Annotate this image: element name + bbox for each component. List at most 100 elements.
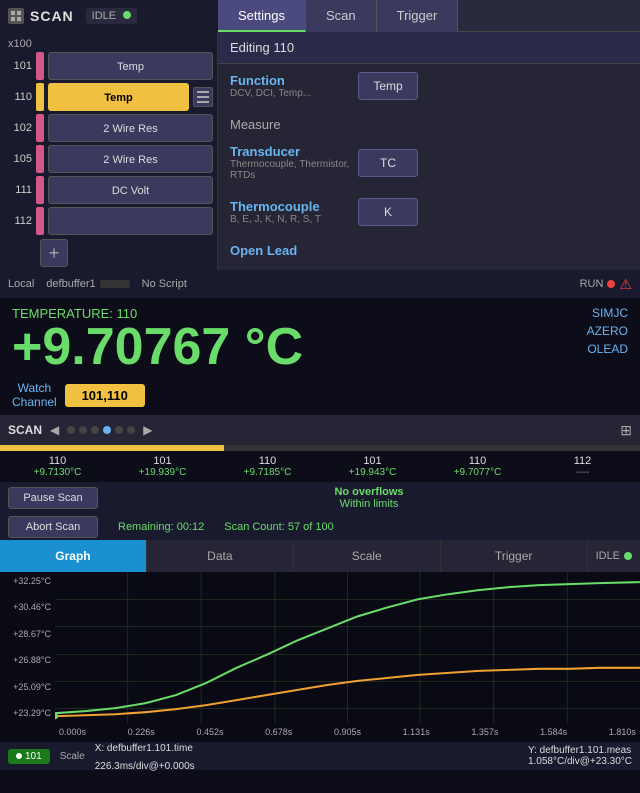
thermocouple-row: Thermocouple B, E, J, K, N, R, S, T K [218,190,640,235]
scan-panel-header: SCAN ◀ ▶ ⊞ [0,415,640,445]
channel-row-105: 105 2 Wire Res [4,145,213,173]
graph-idle: IDLE [588,550,640,562]
transducer-label: Transducer [230,144,350,159]
temp-display: TEMPERATURE: 110 +9.70767 °C SIMJC AZERO… [0,298,640,377]
transducer-row: Transducer Thermocouple, Thermistor, RTD… [218,136,640,190]
graph-y-labels: +32.25°C +30.46°C +28.67°C +26.88°C +25.… [0,572,55,722]
alert-icon: ⚠ [619,276,632,293]
graph-bottom-bar: 101 Scale X: defbuffer1.101.time 226.3ms… [0,742,640,770]
transducer-sub: Thermocouple, Thermistor, RTDs [230,159,350,181]
graph-area: +32.25°C +30.46°C +28.67°C +26.88°C +25.… [0,572,640,742]
scale-y-info: Y: defbuffer1.101.meas 1.058°C/div@+23.3… [528,745,632,767]
channel-row-112: 112 [4,207,213,235]
tab-graph[interactable]: Graph [0,540,147,572]
scan-dots [67,426,135,434]
ch-num-101: 101 [4,60,32,72]
defbuf-bar [100,280,130,288]
scan-icon [8,8,24,24]
ch-btn-111[interactable]: DC Volt [48,176,213,204]
channel-pill[interactable]: 101 [8,749,50,764]
tab-trigger[interactable]: Trigger [441,540,588,572]
graph-x-labels: 0.000s 0.226s 0.452s 0.678s 0.905s 1.131… [55,722,640,742]
channel-readings: 110 +9.7130°C 101 +19.939°C 110 +9.7185°… [0,451,640,482]
watch-channel: Watch Channel [0,377,640,415]
ch-num-111: 111 [4,184,32,196]
ch-reading-110c: 110 +9.7077°C [426,455,529,478]
simjc-label: SIMJC [592,306,628,320]
page-title: SCAN [30,8,74,24]
y-label-3: +26.88°C [4,655,51,665]
tab-scan[interactable]: Scan [306,0,377,32]
scan-arrow-right[interactable]: ▶ [143,423,152,437]
function-button[interactable]: Temp [358,72,418,100]
add-channel-button[interactable]: + [40,239,68,267]
scale-x-info: X: defbuffer1.101.time 226.3ms/div@+0.00… [95,738,195,774]
watch-label: Watch [12,381,57,395]
scan-count: Scan Count: 57 of 100 [224,521,333,533]
ch-indicator-112 [36,207,44,235]
y-label-2: +28.67°C [4,629,51,639]
watch-input[interactable] [65,384,145,407]
channel-label: Channel [12,395,57,409]
settings-panel: Editing 110 Function DCV, DCI, Temp... T… [218,32,640,302]
ch-indicator-101 [36,52,44,80]
olead-label: OLEAD [587,342,628,356]
scan-expand-button[interactable]: ⊞ [620,422,632,439]
ch-num-112: 112 [4,215,32,227]
abort-scan-button[interactable]: Abort Scan [8,516,98,538]
hamburger-icon[interactable] [193,87,213,107]
tab-trigger[interactable]: Trigger [377,0,459,32]
bottom-section: Local defbuffer1 No Script RUN ⚠ TEMPERA… [0,270,640,793]
tab-settings[interactable]: Settings [218,0,306,32]
ch-btn-110[interactable]: Temp [48,83,189,111]
pause-scan-button[interactable]: Pause Scan [8,487,98,509]
tab-data[interactable]: Data [147,540,294,572]
ch-btn-102[interactable]: 2 Wire Res [48,114,213,142]
x100-label: x100 [4,36,213,52]
scan-panel-title: SCAN [8,423,42,437]
status-local: Local [8,278,34,290]
scan-arrow-left[interactable]: ◀ [50,423,59,437]
top-tabs: Settings Scan Trigger [218,0,458,32]
temp-side: SIMJC AZERO OLEAD [587,306,628,356]
y-label-5: +23.29°C [4,708,51,718]
left-panel: x100 101 Temp 110 Temp 102 2 Wire Res [0,32,218,302]
open-lead-label: Open Lead [230,243,350,258]
ch-num-102: 102 [4,122,32,134]
ch-reading-101b: 101 +19.943°C [321,455,424,478]
ch-reading-110b: 110 +9.7185°C [216,455,319,478]
graph-svg [55,572,640,723]
ch-indicator-110 [36,83,44,111]
scale-label: Scale [60,751,85,762]
ch-num-105: 105 [4,153,32,165]
y-label-1: +30.46°C [4,602,51,612]
y-label-0: +32.25°C [4,576,51,586]
editing-header: Editing 110 [218,32,640,64]
scan-status: No overflows Within limits [106,486,632,510]
channel-row-102: 102 2 Wire Res [4,114,213,142]
transducer-button[interactable]: TC [358,149,418,177]
thermocouple-button[interactable]: K [358,198,418,226]
azero-label: AZERO [587,324,628,338]
status-defbuf: defbuffer1 [46,278,129,290]
open-lead-row: Open Lead [218,235,640,267]
scan-status-title: No overflows [106,486,632,498]
tab-scale[interactable]: Scale [294,540,441,572]
function-label: Function [230,73,350,88]
top-bar-left: SCAN IDLE [0,0,218,32]
graph-idle-dot [624,552,632,560]
graph-tabs: Graph Data Scale Trigger IDLE [0,540,640,572]
status-bar: Local defbuffer1 No Script RUN ⚠ [0,270,640,298]
channel-row-101: 101 Temp [4,52,213,80]
ch-reading-112: 112 ---- [531,455,634,478]
ch-btn-105[interactable]: 2 Wire Res [48,145,213,173]
ch-btn-101[interactable]: Temp [48,52,213,80]
top-bar: SCAN IDLE Settings Scan Trigger [0,0,640,32]
ch-btn-112[interactable] [48,207,213,235]
ch-reading-110a: 110 +9.7130°C [6,455,109,478]
thermocouple-sub: B, E, J, K, N, R, S, T [230,214,350,225]
main-content: x100 101 Temp 110 Temp 102 2 Wire Res [0,32,640,302]
ch-reading-101a: 101 +19.939°C [111,455,214,478]
scan-controls: Pause Scan No overflows Within limits [0,482,640,514]
temp-value: +9.70767 °C [12,321,628,373]
